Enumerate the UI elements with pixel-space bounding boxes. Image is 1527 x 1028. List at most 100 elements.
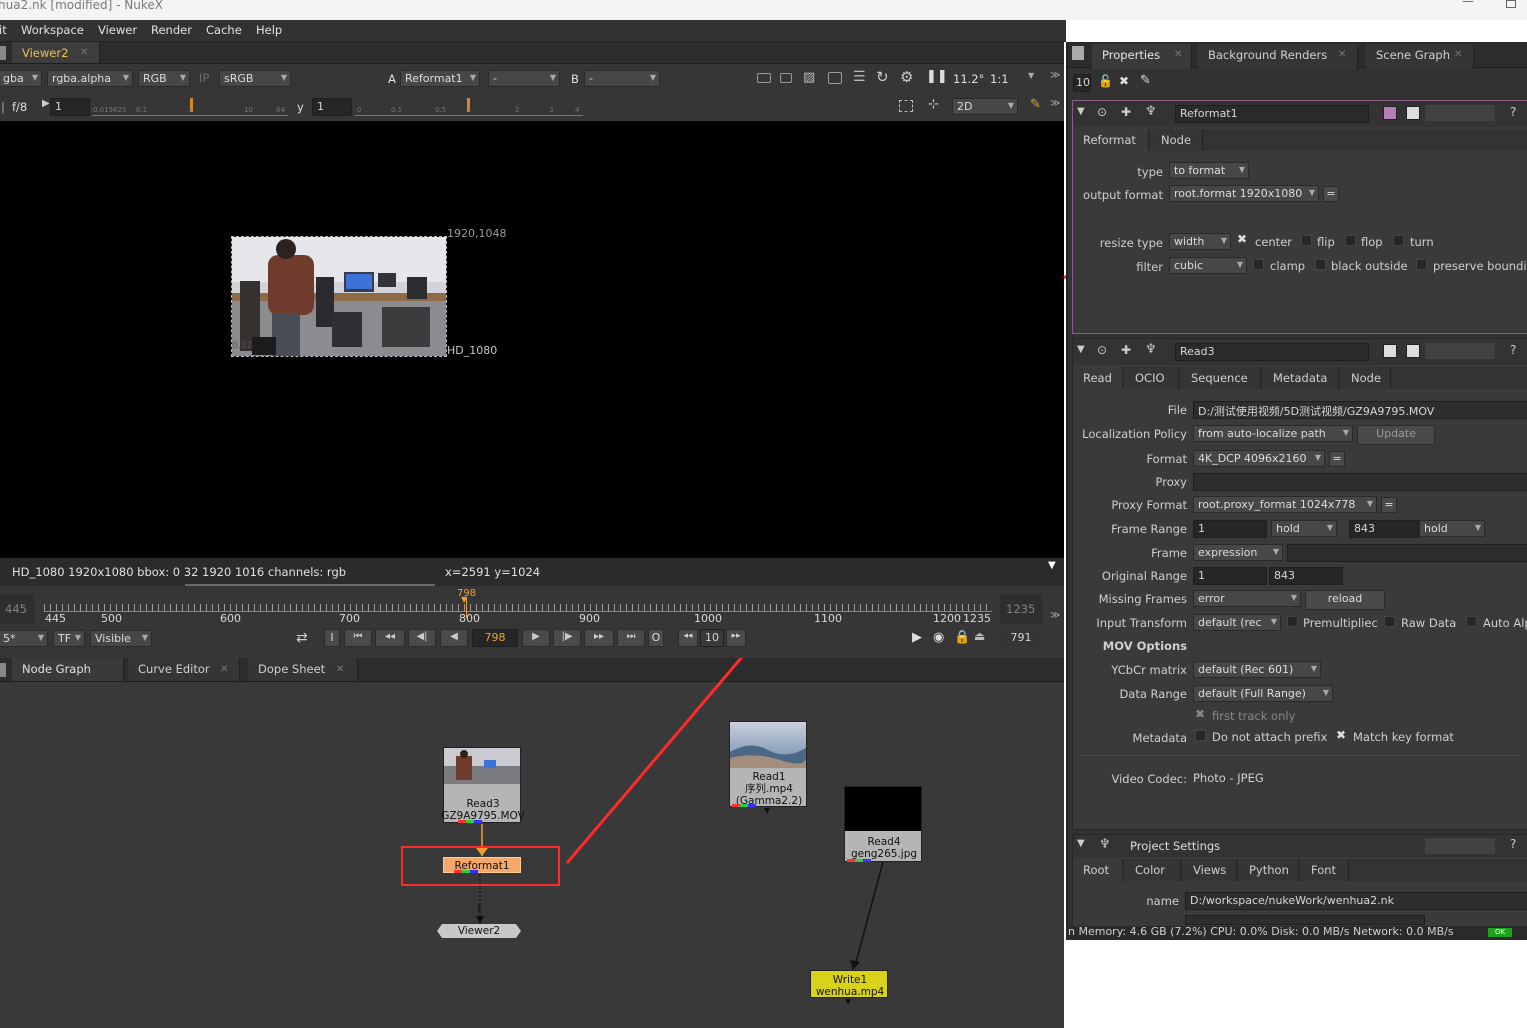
project-script-field[interactable] [1185, 915, 1425, 925]
timeline-expand-icon[interactable]: ≫ [1050, 610, 1060, 621]
undo-redo-icons[interactable] [1425, 838, 1495, 854]
match-key-checkbox[interactable]: ✖ [1336, 728, 1346, 742]
last-frame-button[interactable]: ⏭ [617, 629, 645, 647]
tab-python[interactable]: Python [1239, 859, 1299, 881]
zoom-value[interactable]: 11.2° [953, 72, 984, 86]
next-frame-button[interactable]: |▶ [553, 629, 581, 647]
paint-brush-icon[interactable]: ✎ [1030, 97, 1041, 112]
help-icon[interactable]: ? [1510, 343, 1516, 357]
node-color-icon[interactable]: ✚ [1121, 343, 1131, 357]
collapse-chevron-down-icon[interactable]: ▼ [1077, 106, 1085, 117]
tab-read[interactable]: Read [1073, 367, 1123, 389]
view-mode-dropdown[interactable]: 2D ▼ [952, 98, 1018, 115]
undo-redo-icons[interactable] [1425, 105, 1495, 121]
tab-properties[interactable]: Properties ✕ [1092, 44, 1192, 69]
flop-checkbox[interactable] [1345, 235, 1356, 246]
node-write1[interactable]: Write1 wenhua.mp4 [810, 970, 888, 998]
clamp-checkbox[interactable] [1253, 259, 1264, 270]
menu-item-cache[interactable]: Cache [206, 23, 242, 37]
file-field[interactable]: D:/测试使用视频/5D测试视频/GZ9A9795.MOV [1193, 401, 1527, 419]
pencil-icon[interactable]: ✎ [1140, 73, 1151, 88]
reformat-name-field[interactable]: Reformat1 [1175, 105, 1369, 123]
tab-reformat[interactable]: Reformat [1073, 129, 1149, 151]
proxy-format-dropdown[interactable]: root.proxy_format 1024x778 ▼ [1193, 496, 1377, 513]
resize-type-dropdown[interactable]: width ▼ [1169, 233, 1231, 250]
close-icon[interactable]: ✕ [80, 47, 88, 58]
node-read3[interactable]: Read3 GZ9A9795.MOV [441, 747, 525, 823]
reload-button[interactable]: reload [1305, 590, 1385, 610]
input-b-dropdown[interactable]: - ▼ [584, 70, 660, 87]
font-color-icon[interactable] [1406, 344, 1420, 358]
format-dropdown[interactable]: 4K_DCP 4096x2160 ▼ [1193, 450, 1325, 467]
play-forward-button[interactable]: ▶ [522, 629, 550, 647]
pause-icon[interactable]: ❚❚ [926, 69, 948, 84]
close-icon[interactable]: ✕ [1174, 49, 1182, 60]
auto-alpha-checkbox[interactable] [1466, 616, 1477, 627]
input-transform-dropdown[interactable]: default (rec ▼ [1193, 614, 1281, 631]
node-tab-icon[interactable]: ⊙ [1097, 105, 1107, 119]
increment-field[interactable]: 10 [700, 629, 724, 647]
menu-item-viewer[interactable]: Viewer [98, 23, 137, 37]
previous-frame-button[interactable]: ◀| [408, 629, 436, 647]
node-settings-icon[interactable]: ♆ [1099, 837, 1111, 852]
overlay-icon[interactable] [780, 73, 792, 83]
node-settings-icon[interactable]: ♆ [1145, 342, 1157, 357]
skip-forward-button[interactable]: ▸▸ [726, 629, 746, 647]
render-icon[interactable]: ◉ [933, 630, 944, 645]
format-equals-button[interactable]: = [1329, 451, 1345, 467]
font-color-icon[interactable] [1406, 106, 1420, 120]
fps-dropdown[interactable]: 5* ▼ [0, 630, 48, 647]
tab-node[interactable]: Node [1151, 129, 1203, 151]
first-track-checkbox[interactable]: ✖ [1195, 707, 1205, 721]
type-dropdown[interactable]: to format ▼ [1169, 162, 1249, 179]
region-select-icon[interactable] [899, 100, 913, 112]
close-icon[interactable]: ✕ [1454, 49, 1462, 60]
wipe-icon[interactable] [828, 72, 842, 84]
menu-item-file[interactable]: it [0, 23, 7, 37]
original-range-start-field[interactable]: 1 [1193, 567, 1267, 585]
timeline-ruler[interactable]: ▼ [44, 595, 992, 618]
before-mode-dropdown[interactable]: hold ▼ [1271, 520, 1337, 537]
frame-expression-field[interactable] [1287, 544, 1527, 562]
project-name-field[interactable]: D:/workspace/nukeWork/wenhua2.nk [1185, 892, 1527, 910]
proxy-field[interactable] [1193, 473, 1527, 491]
toolbar-collapse-icon[interactable]: ≫ [1050, 70, 1060, 81]
undo-redo-icons[interactable] [1425, 343, 1495, 359]
alpha-channel-dropdown[interactable]: rgba.alpha ▼ [47, 70, 133, 87]
format-equals-button[interactable]: = [1323, 186, 1339, 202]
gamma-field[interactable]: 1 [312, 98, 352, 116]
missing-frames-dropdown[interactable]: error ▼ [1193, 590, 1301, 607]
end-frame-field[interactable]: 791 [1000, 629, 1042, 647]
no-prefix-checkbox[interactable] [1195, 730, 1206, 741]
play-backward-button[interactable]: ◀ [440, 629, 468, 647]
panel-menu-icon[interactable] [1072, 46, 1084, 60]
update-button[interactable]: Update [1357, 425, 1435, 445]
tab-viewer2[interactable]: Viewer2 ✕ [12, 42, 100, 63]
menu-item-workspace[interactable]: Workspace [21, 23, 84, 37]
original-range-end-field[interactable]: 843 [1269, 567, 1343, 585]
transform-handle-icon[interactable]: ⊹ [928, 97, 939, 112]
channels-dropdown[interactable]: gba ▼ [0, 70, 42, 87]
info-dropdown-icon[interactable]: ▼ [1048, 560, 1056, 571]
node-settings-icon[interactable]: ♆ [1145, 104, 1157, 119]
node-viewer2[interactable]: Viewer2 [437, 924, 521, 938]
tab-font[interactable]: Font [1301, 859, 1349, 881]
fstop-label[interactable]: f/8 [12, 100, 27, 114]
lut-dropdown[interactable]: sRGB ▼ [219, 70, 291, 87]
premultiplied-checkbox[interactable] [1287, 616, 1298, 627]
turn-checkbox[interactable] [1393, 235, 1404, 246]
lock-icon[interactable]: 🔒 [954, 630, 970, 645]
help-icon[interactable]: ? [1510, 105, 1516, 119]
tile-color-icon[interactable] [1383, 106, 1397, 120]
ratio-chevron-down-icon[interactable]: ▼ [1028, 71, 1034, 80]
tab-metadata[interactable]: Metadata [1263, 367, 1339, 389]
input-a-op-dropdown[interactable]: - ▼ [488, 70, 560, 87]
gain-field[interactable]: 1 [50, 98, 90, 116]
skip-back-button[interactable]: ◂◂ [678, 629, 698, 647]
node-color-icon[interactable]: ✚ [1121, 105, 1131, 119]
clipping-icon[interactable]: ▨ [803, 70, 815, 85]
panel-menu-icon[interactable] [0, 46, 6, 60]
proxy-format-equals-button[interactable]: = [1381, 497, 1397, 513]
black-outside-checkbox[interactable] [1315, 259, 1326, 270]
max-panels-field[interactable]: 10 [1073, 74, 1091, 92]
